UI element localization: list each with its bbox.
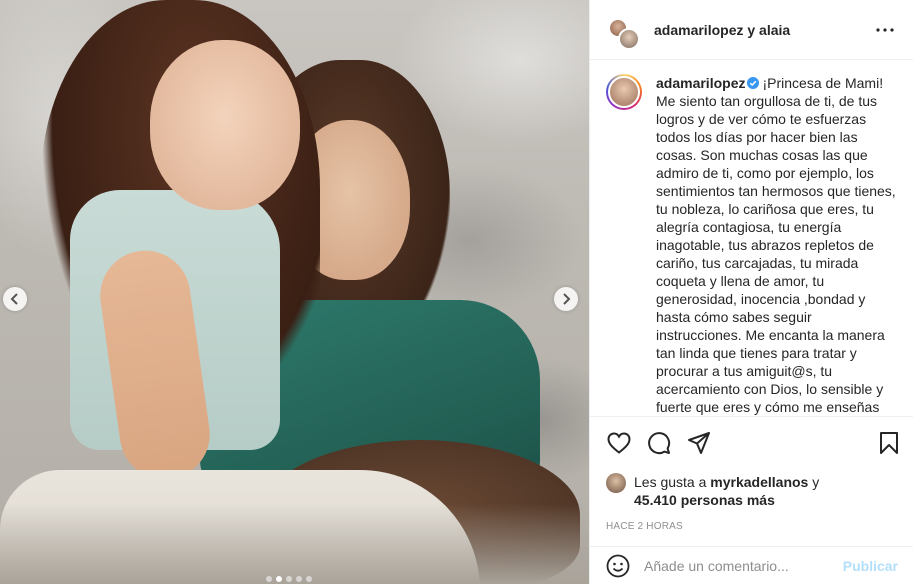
emoji-button[interactable]: [606, 554, 630, 578]
carousel-prev-button[interactable]: [3, 287, 27, 311]
carousel-dot: [266, 576, 272, 582]
more-horizontal-icon: [876, 27, 894, 32]
action-bar: [590, 417, 913, 469]
likes-middle: y: [808, 474, 820, 490]
carousel-next-button[interactable]: [554, 287, 578, 311]
chevron-right-icon: [563, 293, 571, 305]
post-side-panel: adamarilopez y alaia adamarilopez ¡Prince…: [589, 0, 913, 584]
heart-icon: [607, 432, 631, 454]
likes-text: Les gusta a myrkadellanos y 45.410 perso…: [634, 473, 819, 509]
share-icon: [688, 432, 710, 454]
carousel-indicator: [266, 576, 312, 582]
bookmark-icon: [880, 432, 898, 454]
more-options-button[interactable]: [873, 18, 897, 42]
verified-badge-icon: [747, 77, 760, 89]
carousel-dot: [296, 576, 302, 582]
publish-button[interactable]: Publicar: [843, 558, 898, 574]
carousel-dot: [306, 576, 312, 582]
chevron-left-icon: [10, 293, 18, 305]
post-author-names[interactable]: adamarilopez y alaia: [654, 22, 873, 38]
caption-text: ¡Princesa de Mami! Me siento tan orgullo…: [656, 75, 896, 415]
caption-username[interactable]: adamarilopez: [656, 75, 745, 91]
avatar[interactable]: [606, 473, 626, 493]
avatar-image: [608, 76, 640, 108]
photo-floor: [0, 504, 589, 584]
avatar[interactable]: [606, 12, 642, 50]
share-button[interactable]: [686, 430, 712, 456]
comment-icon: [648, 432, 671, 455]
likes-count-link[interactable]: 45.410 personas más: [634, 492, 775, 508]
carousel-dot: [286, 576, 292, 582]
photo-subject-girl-face: [150, 40, 300, 210]
post-footer: Les gusta a myrkadellanos y 45.410 perso…: [590, 416, 913, 532]
likes-summary: Les gusta a myrkadellanos y 45.410 perso…: [590, 469, 913, 509]
comment-bar: Publicar: [590, 546, 913, 584]
post-header: adamarilopez y alaia: [590, 0, 913, 60]
caption-text-block: adamarilopez ¡Princesa de Mami! Me siento…: [656, 74, 896, 416]
emoji-icon: [606, 554, 630, 577]
post-timestamp[interactable]: Hace 2 horas: [590, 509, 913, 532]
post-photo[interactable]: [0, 0, 589, 584]
avatar[interactable]: [606, 74, 642, 110]
comment-button[interactable]: [646, 430, 672, 456]
likes-user-link[interactable]: myrkadellanos: [710, 474, 808, 490]
likes-prefix: Les gusta a: [634, 474, 711, 490]
like-button[interactable]: [606, 430, 632, 456]
save-button[interactable]: [876, 430, 902, 456]
carousel-dot-active: [276, 576, 282, 582]
avatar-secondary: [618, 27, 640, 50]
comment-input[interactable]: [644, 557, 843, 574]
caption-area: adamarilopez ¡Princesa de Mami! Me siento…: [590, 60, 913, 416]
